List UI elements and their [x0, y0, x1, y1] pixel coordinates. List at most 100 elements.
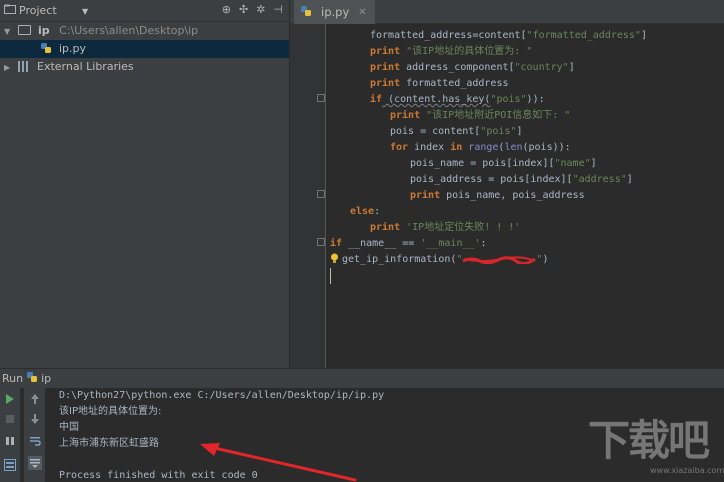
arrow-down-icon[interactable]: [28, 412, 42, 426]
expand-arrow-icon[interactable]: ▶: [4, 59, 14, 77]
code-string: "该IP地址的具体位置为: ": [406, 46, 533, 57]
code-text: index: [408, 142, 451, 153]
collapse-all-icon[interactable]: ✣: [239, 3, 248, 16]
code-string: 'IP地址定位失败! ! !': [406, 222, 521, 233]
tree-item-ip-folder[interactable]: ▼ ip C:\Users\allen\Desktop\ip: [4, 22, 198, 40]
code-string: "name": [554, 158, 591, 169]
folder-icon: [17, 25, 31, 35]
code-line[interactable]: print "该IP地址附近POI信息如下: ": [390, 108, 570, 124]
project-panel-header: Project ▼ ⊕ ✣ ✲ ⊣: [0, 0, 289, 22]
code-line[interactable]: print "该IP地址的具体位置为: ": [370, 44, 532, 60]
run-toolbar-primary: [0, 388, 20, 482]
code-line[interactable]: if __name__ == '__main__':: [330, 236, 487, 252]
code-text: ]: [626, 174, 633, 185]
code-builtin: range: [468, 142, 499, 153]
code-line[interactable]: print address_component["country"]: [370, 60, 575, 76]
code-line[interactable]: print formatted_address: [370, 76, 508, 92]
code-text: (pois)):: [522, 142, 571, 153]
arrow-up-icon[interactable]: [28, 392, 42, 406]
soft-wrap-icon[interactable]: [28, 434, 42, 448]
library-icon: [17, 60, 30, 72]
code-keyword: print: [410, 190, 441, 201]
code-text: pois_name = pois[index][: [410, 158, 555, 169]
console-line-output: 上海市浦东新区虹盛路: [59, 438, 159, 449]
tree-item-label: ip.py: [59, 42, 87, 55]
code-builtin: len: [504, 142, 523, 153]
code-editor[interactable]: formatted_address=content["formatted_add…: [326, 24, 724, 368]
watermark: 下载吧 www.xiazaiba.com: [588, 416, 724, 478]
console-line-command: D:\Python27\python.exe C:/Users/allen/De…: [59, 390, 385, 401]
project-view-selector[interactable]: Project: [19, 4, 57, 17]
code-text: :: [374, 206, 381, 217]
python-file-icon: [40, 42, 52, 54]
fold-marker-icon[interactable]: [317, 190, 325, 198]
code-line[interactable]: pois = content["pois"]: [390, 124, 522, 140]
tab-label: ip.py: [321, 5, 350, 19]
code-text: (content.has_key(: [382, 94, 491, 105]
code-string: "该IP地址附近POI信息如下: ": [426, 110, 571, 121]
code-line[interactable]: pois_name = pois[index]["name"]: [410, 156, 597, 172]
watermark-url: www.xiazaiba.com: [650, 466, 724, 475]
editor-tab-bar: ip.py ✕: [290, 0, 724, 24]
fold-marker-icon[interactable]: [317, 94, 325, 102]
code-keyword: print: [370, 78, 401, 89]
hide-panel-icon[interactable]: ⊣: [273, 3, 283, 16]
code-text: ]: [568, 62, 575, 73]
code-text: :: [480, 238, 487, 249]
code-keyword: print: [390, 110, 421, 121]
code-text: )):: [526, 94, 545, 105]
code-text: ]: [516, 126, 523, 137]
rerun-icon[interactable]: [3, 392, 17, 406]
code-text: ): [542, 254, 549, 265]
code-text: __name__ ==: [342, 238, 421, 249]
code-text: ]: [640, 30, 647, 41]
code-line[interactable]: if (content.has_key("pois")):: [370, 92, 545, 108]
tree-item-path: C:\Users\allen\Desktop\ip: [59, 24, 199, 37]
gear-icon[interactable]: ✲: [256, 3, 265, 16]
editor-gutter: [290, 24, 326, 368]
text-caret: [330, 268, 331, 284]
scroll-to-end-icon[interactable]: [28, 456, 42, 470]
pause-icon[interactable]: [3, 434, 17, 448]
code-keyword: print: [370, 222, 401, 233]
console-line-output: 该IP地址的具体位置为:: [59, 406, 162, 417]
lightbulb-icon[interactable]: [330, 253, 339, 264]
watermark-logo: 下载吧: [588, 416, 710, 465]
code-line[interactable]: get_ip_information(" "): [330, 252, 548, 268]
tab-ip-py[interactable]: ip.py ✕: [294, 0, 375, 24]
code-string: '__main__': [420, 238, 481, 249]
chevron-down-icon[interactable]: ▼: [82, 7, 88, 16]
tree-item-ip-py[interactable]: ip.py: [0, 40, 289, 58]
code-line[interactable]: pois_address = pois[index]["address"]: [410, 172, 633, 188]
code-keyword: in: [450, 142, 463, 153]
expand-arrow-icon[interactable]: ▼: [4, 23, 14, 41]
code-string: "country": [514, 62, 569, 73]
run-toolbar-secondary: [24, 388, 46, 482]
sync-icon[interactable]: ⊕: [222, 3, 231, 16]
code-keyword: else: [350, 206, 375, 217]
code-text: formatted_address=content[: [370, 30, 527, 41]
redaction-scribble: [462, 254, 537, 266]
console-line-output: 中国: [59, 422, 79, 433]
code-keyword: for: [390, 142, 409, 153]
code-string: "pois": [480, 126, 517, 137]
run-config-name[interactable]: ip: [41, 372, 51, 385]
code-text: get_ip_information(: [342, 254, 457, 265]
fold-marker-icon[interactable]: [317, 238, 325, 246]
code-text: pois_name, pois_address: [440, 190, 585, 201]
code-text: formatted_address: [400, 78, 509, 89]
code-string: "address": [572, 174, 627, 185]
code-keyword: print: [370, 46, 401, 57]
stop-icon[interactable]: [3, 412, 17, 426]
code-string: "formatted_address": [526, 30, 641, 41]
code-line[interactable]: print 'IP地址定位失败! ! !': [370, 220, 520, 236]
code-line[interactable]: for index in range(len(pois)):: [390, 140, 571, 156]
code-text: pois_address = pois[index][: [410, 174, 573, 185]
run-panel-title: Run: [2, 372, 24, 385]
code-line[interactable]: print pois_name, pois_address: [410, 188, 585, 204]
code-line[interactable]: formatted_address=content["formatted_add…: [370, 28, 647, 44]
tree-item-external-libraries[interactable]: ▶ External Libraries: [4, 58, 134, 76]
layout-icon[interactable]: [3, 458, 17, 472]
code-line[interactable]: else:: [350, 204, 380, 220]
close-icon[interactable]: ✕: [358, 7, 366, 18]
